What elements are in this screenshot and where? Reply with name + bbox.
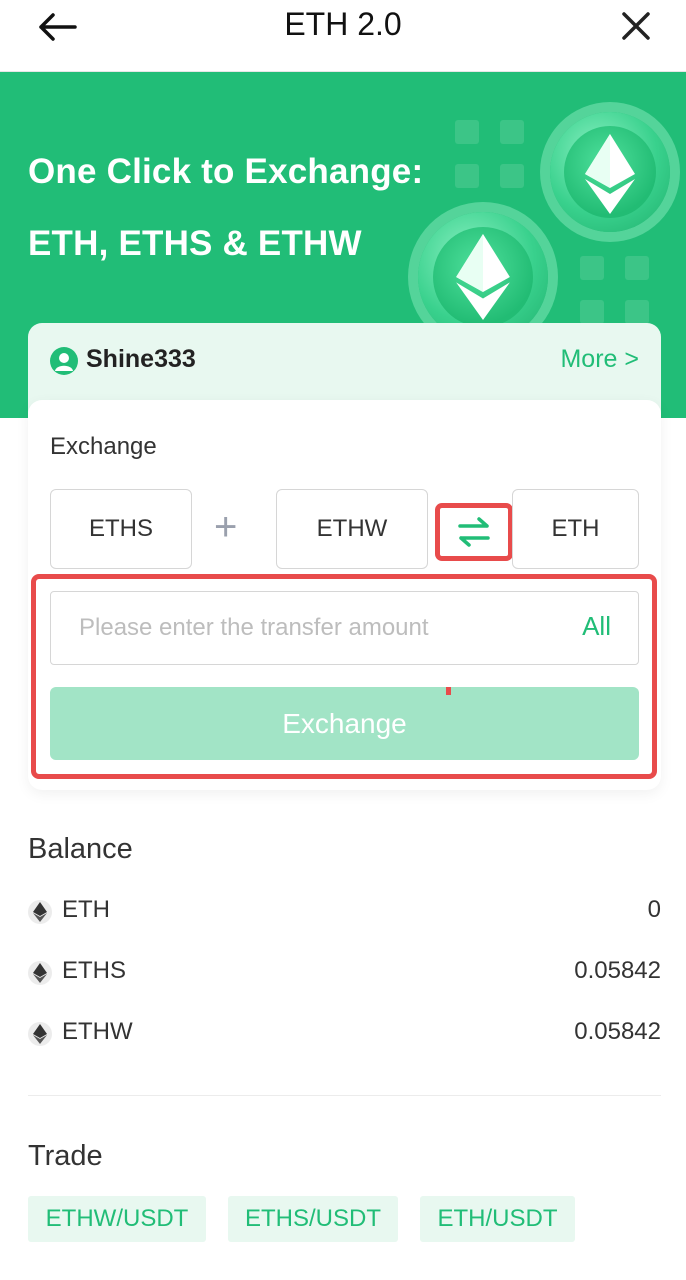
eth-coin-icon [550,112,670,232]
page-title: ETH 2.0 [284,6,402,42]
trade-pair-ethw-usdt[interactable]: ETHW/USDT [28,1196,206,1242]
balance-token-value: 0.05842 [574,957,661,984]
divider [28,1095,661,1096]
plus-sign: + [214,505,238,549]
token-from-ethw[interactable]: ETHW [276,489,428,569]
hero-title-line1: One Click to Exchange: [28,152,424,191]
balance-token-value: 0.05842 [574,1018,661,1045]
token-to-eth[interactable]: ETH [512,489,639,569]
eth-icon [28,961,52,985]
exchange-card: Exchange ETHS + ETHW ETH All Exchange [28,400,661,790]
balance-token-value: 0 [647,896,661,923]
token-from-eths[interactable]: ETHS [50,489,192,569]
exchange-label: Exchange [50,433,157,460]
balance-token-name: ETHW [62,1018,133,1045]
cursor-marker [446,687,451,695]
swap-arrows-icon [458,517,490,547]
trade-title: Trade [28,1140,103,1172]
hero-title-line2: ETH, ETHS & ETHW [28,224,362,263]
user-avatar-icon [50,347,78,375]
swap-direction-button[interactable] [435,503,513,561]
trade-pair-eth-usdt[interactable]: ETH/USDT [420,1196,575,1242]
close-icon [622,12,650,40]
all-button[interactable]: All [582,611,611,642]
more-link[interactable]: More > [560,345,639,374]
username: Shine333 [86,345,196,373]
top-bar: ETH 2.0 [0,0,686,72]
eth-icon [28,1022,52,1046]
amount-input[interactable] [50,591,639,665]
trade-pair-eths-usdt[interactable]: ETHS/USDT [228,1196,398,1242]
balance-title: Balance [28,833,133,865]
balance-row: ETH 0 [28,894,661,934]
balance-row: ETHW 0.05842 [28,1016,661,1056]
exchange-button[interactable]: Exchange [50,687,639,760]
eth-icon [28,900,52,924]
balance-token-name: ETH [62,896,110,923]
balance-token-name: ETHS [62,957,127,984]
balance-row: ETHS 0.05842 [28,955,661,995]
close-button[interactable] [616,6,656,46]
